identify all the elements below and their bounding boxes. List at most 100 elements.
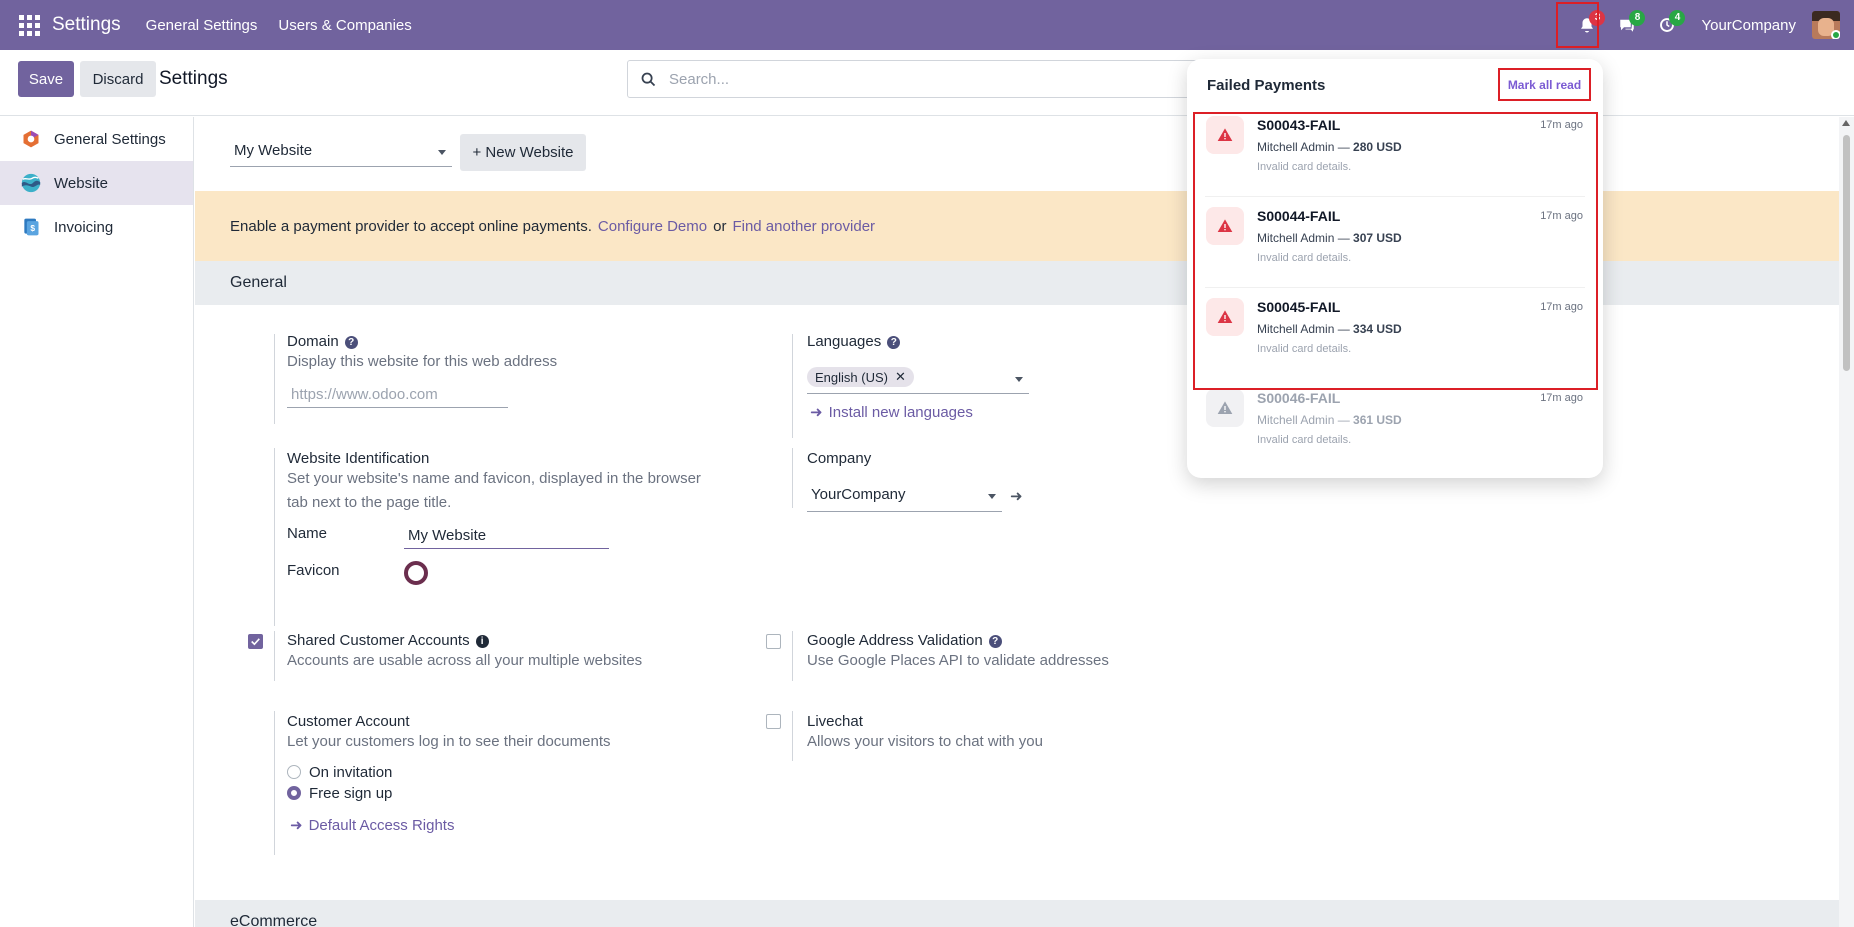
chevron-down-icon — [438, 150, 446, 155]
user-avatar[interactable] — [1812, 11, 1840, 39]
chevron-down-icon — [1015, 377, 1023, 382]
section-ecommerce: eCommerce — [195, 900, 1839, 927]
radio-icon — [287, 765, 301, 779]
arrow-right-icon: ➜ — [810, 404, 823, 421]
favicon-label: Favicon — [287, 562, 340, 579]
setting-website-identification: Website Identification Set your website'… — [287, 450, 717, 593]
setting-shared-accounts: Shared Customer Accounts i Accounts are u… — [287, 632, 642, 673]
notification-message: Invalid card details. — [1257, 434, 1352, 446]
sidebar-item-general-settings[interactable]: General Settings — [0, 117, 193, 161]
find-provider-link[interactable]: Find another provider — [732, 218, 875, 235]
menu-users-companies[interactable]: Users & Companies — [278, 17, 411, 34]
livechat-description: Allows your visitors to chat with you — [807, 733, 1043, 750]
default-access-rights-link[interactable]: ➜ Default Access Rights — [290, 816, 611, 834]
company-value: YourCompany — [811, 486, 906, 503]
page-title: Settings — [159, 68, 228, 89]
identification-description: Set your website's name and favicon, dis… — [287, 470, 701, 511]
activities-count-badge: 4 — [1669, 10, 1686, 26]
scrollbar-thumb[interactable] — [1843, 135, 1850, 371]
general-settings-icon — [20, 128, 42, 150]
setting-languages: Languages? English (US) ✕ ➜ Install new la… — [807, 333, 1029, 421]
google-address-label: Google Address Validation — [807, 632, 983, 649]
notifications-dropdown: Failed Payments Mark all read S00043-FAI… — [1187, 59, 1603, 478]
unread-highlight-box — [1193, 112, 1598, 390]
livechat-checkbox[interactable] — [766, 714, 781, 729]
svg-text:$: $ — [30, 223, 35, 233]
install-languages-label: Install new languages — [828, 404, 973, 421]
invoicing-icon: $ — [20, 216, 42, 238]
help-icon[interactable]: ? — [344, 336, 358, 349]
default-access-rights-label: Default Access Rights — [308, 817, 455, 834]
alert-or-text: or — [713, 217, 727, 235]
shared-accounts-label: Shared Customer Accounts — [287, 632, 470, 649]
discard-button[interactable]: Discard — [80, 61, 156, 97]
sidebar-item-label: Website — [54, 174, 108, 192]
search-input[interactable] — [669, 70, 1069, 88]
shared-accounts-checkbox[interactable] — [248, 634, 263, 649]
dropdown-title: Failed Payments — [1207, 77, 1326, 94]
notification-time: 17m ago — [1540, 392, 1583, 404]
livechat-label: Livechat — [807, 713, 863, 730]
sidebar-item-website[interactable]: Website — [0, 161, 193, 205]
info-icon[interactable]: i — [475, 635, 489, 648]
new-website-button[interactable]: + New Website — [460, 134, 586, 171]
domain-input[interactable]: https://www.odoo.com — [287, 386, 508, 408]
messages-button[interactable]: 8 — [1607, 0, 1647, 50]
website-icon — [20, 172, 42, 194]
arrow-right-icon: ➜ — [290, 817, 303, 834]
google-address-checkbox[interactable] — [766, 634, 781, 649]
languages-field[interactable]: English (US) ✕ — [807, 363, 1029, 394]
notification-item-read[interactable]: S00046-FAIL 17m ago Mitchell Admin — 361… — [1187, 379, 1603, 470]
setting-customer-account: Customer Account Let your customers log … — [287, 713, 611, 834]
alert-text: Enable a payment provider to accept onli… — [230, 217, 592, 235]
notification-title: S00046-FAIL — [1257, 390, 1341, 406]
radio-selected-icon — [287, 786, 301, 800]
setting-company: Company YourCompany ➜ — [807, 450, 1023, 512]
messages-count-badge: 8 — [1629, 10, 1646, 26]
favicon-image[interactable] — [404, 561, 428, 585]
domain-label: Domain — [287, 333, 339, 350]
warning-icon — [1206, 389, 1244, 427]
help-icon[interactable]: ? — [988, 635, 1002, 648]
website-select[interactable]: My Website — [230, 137, 452, 167]
app-title[interactable]: Settings — [52, 14, 121, 36]
sidebar-item-label: Invoicing — [54, 218, 114, 236]
on-invitation-label: On invitation — [309, 764, 393, 781]
check-icon — [251, 638, 260, 646]
identification-label: Website Identification — [287, 450, 430, 467]
help-icon[interactable]: ? — [887, 336, 901, 349]
sidebar-item-invoicing[interactable]: $ Invoicing — [0, 205, 193, 249]
customer-account-description: Let your customers log in to see their d… — [287, 733, 611, 750]
menu-general-settings[interactable]: General Settings — [146, 17, 258, 34]
radio-on-invitation[interactable]: On invitation — [287, 764, 611, 781]
install-languages-link[interactable]: ➜ Install new languages — [810, 403, 1029, 421]
company-label: Company — [807, 450, 872, 467]
notification-amount: 361 USD — [1353, 413, 1402, 427]
apps-menu-icon[interactable] — [18, 14, 40, 36]
page-scrollbar[interactable] — [1839, 117, 1854, 927]
activities-button[interactable]: 4 — [1647, 0, 1687, 50]
shared-accounts-description: Accounts are usable across all your mult… — [287, 652, 643, 669]
company-select[interactable]: YourCompany — [807, 480, 1002, 512]
free-signup-label: Free sign up — [309, 785, 393, 802]
notification-author-name: Mitchell Admin — — [1257, 413, 1354, 427]
language-tag-label: English (US) — [815, 369, 888, 385]
customer-account-label: Customer Account — [287, 713, 410, 730]
name-label: Name — [287, 525, 328, 542]
chevron-down-icon — [988, 494, 996, 499]
close-icon[interactable]: ✕ — [895, 369, 906, 385]
configure-demo-link[interactable]: Configure Demo — [598, 218, 707, 235]
google-address-description: Use Google Places API to validate addres… — [807, 652, 1109, 669]
radio-free-signup[interactable]: Free sign up — [287, 785, 611, 802]
website-name-input[interactable]: My Website — [404, 527, 609, 549]
settings-sidebar: General Settings Website $ Invoicing — [0, 117, 194, 927]
save-button[interactable]: Save — [18, 61, 74, 97]
domain-description: Display this website for this web addres… — [287, 353, 558, 370]
notification-author: Mitchell Admin — 361 USD — [1257, 413, 1402, 427]
external-link-arrow-icon[interactable]: ➜ — [1010, 487, 1023, 505]
mark-all-read-button[interactable]: Mark all read — [1498, 68, 1591, 101]
company-switcher[interactable]: YourCompany — [1701, 17, 1796, 34]
setting-google-address: Google Address Validation? Use Google Pl… — [807, 632, 1109, 673]
setting-domain: Domain? Display this website for this we… — [287, 333, 557, 408]
search-icon — [641, 72, 656, 86]
